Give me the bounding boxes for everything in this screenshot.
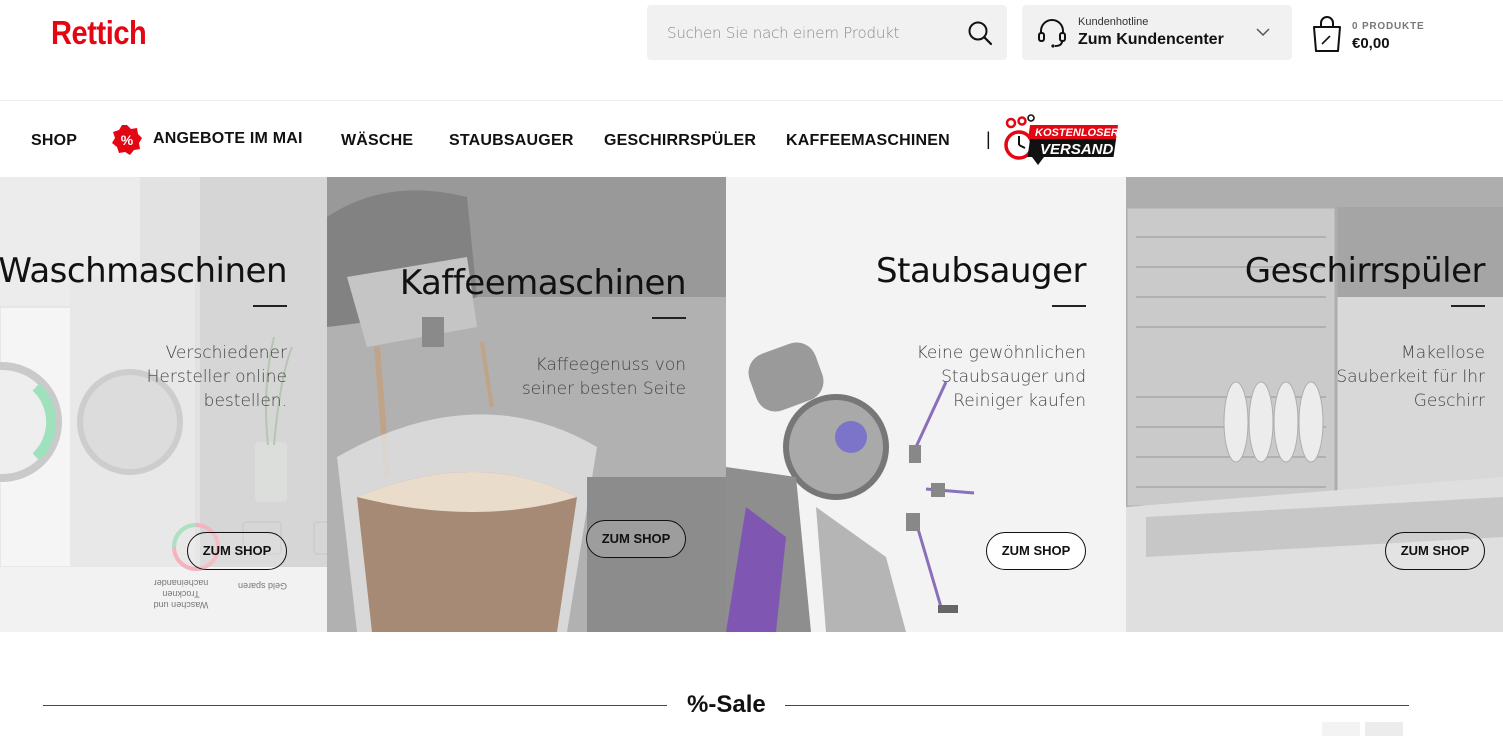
nav-item-waesche[interactable]: WÄSCHE — [341, 132, 413, 150]
versand-bottom-text: VERSAND — [1040, 141, 1114, 158]
sale-divider-left — [43, 705, 667, 706]
headset-icon — [1038, 19, 1066, 48]
zum-shop-button[interactable]: ZUM SHOP — [586, 520, 686, 558]
search-icon[interactable] — [967, 20, 993, 46]
versand-top-text: KOSTENLOSER — [1035, 127, 1119, 139]
panel-title: Waschmaschinen — [0, 251, 287, 291]
panel-description: Verschiedener Hersteller online bestelle… — [146, 343, 287, 411]
panel-description: Makellose Sauberkeit für Ihr Geschirr — [1336, 343, 1485, 411]
washer-caption: Waschen und Trocknen nacheinander — [153, 578, 209, 610]
free-shipping-logo[interactable]: KOSTENLOSER VERSAND — [998, 111, 1122, 169]
zum-shop-button[interactable]: ZUM SHOP — [1385, 532, 1485, 570]
nav-item-kaffeemaschinen[interactable]: KAFFEEMASCHINEN — [786, 132, 950, 150]
carousel-prev-button[interactable] — [1322, 722, 1360, 736]
title-divider — [652, 317, 686, 319]
percent-badge-icon: % — [112, 125, 142, 155]
chevron-down-icon[interactable] — [1256, 27, 1270, 37]
nav-separator: | — [986, 129, 991, 149]
nav-item-staubsauger[interactable]: STAUBSAUGER — [449, 132, 574, 150]
search-bar[interactable]: Suchen Sie nach einem Produkt — [647, 5, 1007, 60]
category-panel-staubsauger[interactable]: Staubsauger Keine gewöhnlichen Staubsaug… — [726, 177, 1126, 632]
title-divider — [1451, 305, 1485, 307]
panel-description: Keine gewöhnlichen Staubsauger und Reini… — [916, 343, 1086, 411]
percent-badge-text: % — [121, 132, 134, 148]
cart-count: 0 PRODUKTE — [1352, 21, 1425, 32]
hotline-link[interactable]: Zum Kundencenter — [1078, 31, 1224, 49]
panel-title: Kaffeemaschinen — [399, 263, 687, 303]
site-header: Rettich Suchen Sie nach einem Produkt Ku… — [0, 0, 1503, 101]
nav-item-shop[interactable]: SHOP — [31, 132, 77, 150]
panel-description: Kaffeegenuss von seiner besten Seite — [521, 355, 686, 399]
site-logo[interactable]: Rettich — [51, 14, 147, 52]
sale-divider-right — [785, 705, 1409, 706]
nav-item-geschirrspueler[interactable]: GESCHIRRSPÜLER — [604, 132, 756, 150]
shopping-bag-icon[interactable] — [1310, 14, 1344, 54]
hero-categories: Waschmaschinen Verschiedener Hersteller … — [0, 177, 1503, 632]
carousel-next-button[interactable] — [1365, 722, 1403, 736]
cart-total: €0,00 — [1352, 35, 1390, 52]
zum-shop-button[interactable]: ZUM SHOP — [986, 532, 1086, 570]
category-panel-geschirrspueler[interactable]: Geschirrspüler Makellose Sauberkeit für … — [1126, 177, 1503, 632]
zum-shop-button[interactable]: ZUM SHOP — [187, 532, 287, 570]
washer-caption-2: Geld sparen — [238, 581, 288, 591]
panel-title: Geschirrspüler — [1244, 251, 1486, 291]
title-divider — [1052, 305, 1086, 307]
category-panel-kaffeemaschinen[interactable]: Kaffeemaschinen Kaffeegenuss von seiner … — [327, 177, 726, 632]
nav-item-angebote[interactable]: ANGEBOTE IM MAI — [153, 130, 303, 148]
panel-title: Staubsauger — [876, 251, 1086, 291]
hotline-label: Kundenhotline — [1078, 16, 1149, 28]
category-panel-waschmaschinen[interactable]: Waschmaschinen Verschiedener Hersteller … — [0, 177, 327, 632]
main-nav: SHOP % ANGEBOTE IM MAI WÄSCHE STAUBSAUGE… — [0, 101, 1503, 177]
hotline-dropdown[interactable]: Kundenhotline Zum Kundencenter — [1022, 5, 1292, 60]
sale-heading: %-Sale — [687, 691, 766, 718]
search-input[interactable]: Suchen Sie nach einem Produkt — [667, 24, 899, 42]
title-divider — [253, 305, 287, 307]
